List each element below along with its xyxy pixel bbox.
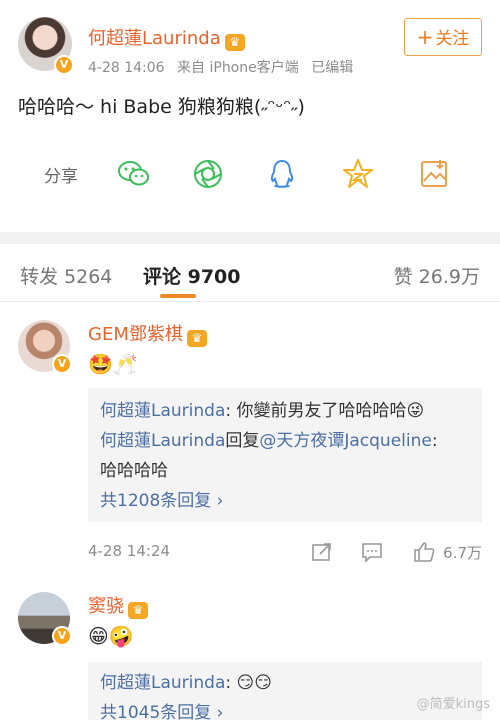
- interaction-tabs: 转发 5264 评论 9700 赞 26.9万: [0, 244, 500, 302]
- tab-repost[interactable]: 转发 5264: [20, 262, 112, 289]
- watermark: @简爱kings: [416, 697, 490, 712]
- post-source: 来自 iPhone客户端: [177, 60, 299, 76]
- edited-label: 已编辑: [311, 60, 354, 76]
- reply-thread[interactable]: 何超蓮Laurinda: 你變前男友了哈哈哈哈😜 何超蓮Laurinda回复@天…: [88, 388, 482, 522]
- reply-text-continued: 哈哈哈哈: [100, 461, 168, 481]
- repost-icon[interactable]: [310, 540, 334, 564]
- weibo-post-page: V 何超蓮Laurinda ♛ 4-28 14:06 来自 iPhone客户端 已…: [0, 0, 500, 720]
- post-text: 哈哈哈～ hi Babe 狗粮狗粮(˶ᵔᵕᵔ˶): [18, 96, 305, 118]
- reply-text: 你變前男友了哈哈哈哈😜: [236, 401, 425, 421]
- vip-crown-icon: ♛: [128, 602, 148, 619]
- reply-text: 😏😏: [236, 673, 272, 693]
- reply-user[interactable]: 何超蓮Laurinda: [100, 401, 225, 421]
- qzone-star-icon[interactable]: [340, 156, 376, 192]
- author-name[interactable]: 何超蓮Laurinda ♛: [88, 24, 245, 51]
- commenter-name[interactable]: 窦骁 ♛: [88, 592, 148, 619]
- more-replies-link[interactable]: 共1208条回复 ›: [88, 486, 482, 516]
- post-card: V 何超蓮Laurinda ♛ 4-28 14:06 来自 iPhone客户端 已…: [0, 0, 500, 232]
- like-thumb-icon[interactable]: [412, 540, 436, 564]
- verified-badge-icon: V: [54, 55, 74, 75]
- like-count: 6.7万: [443, 544, 482, 562]
- plus-icon: +: [416, 25, 434, 49]
- active-tab-indicator: [160, 294, 196, 298]
- share-label: 分享: [44, 167, 78, 187]
- reply-item: 何超蓮Laurinda: 你變前男友了哈哈哈哈😜: [88, 396, 482, 426]
- reply-icon[interactable]: [360, 540, 384, 564]
- tab-like[interactable]: 赞 26.9万: [394, 262, 480, 289]
- reply-mention[interactable]: @天方夜谭Jacqueline: [259, 431, 431, 451]
- comment-item: V GEM鄧紫棋 ♛ 🤩🥂 何超蓮Laurinda: 你變前男友了哈哈哈哈😜 何超…: [0, 314, 500, 574]
- comment-time: 4-28 14:24: [88, 542, 171, 560]
- reply-separator: :: [225, 673, 237, 693]
- comment-footer: 4-28 14:24 6.7万: [88, 538, 482, 568]
- verified-badge-icon: V: [52, 626, 72, 646]
- section-divider: [0, 232, 500, 244]
- save-image-icon[interactable]: [416, 156, 452, 192]
- commenter-name[interactable]: GEM鄧紫棋 ♛: [88, 320, 207, 347]
- comment-text: 😁🤪: [88, 624, 134, 648]
- reply-user[interactable]: 何超蓮Laurinda: [100, 673, 225, 693]
- reply-separator: :: [225, 401, 237, 421]
- reply-item: 何超蓮Laurinda回复@天方夜谭Jacqueline:: [88, 426, 482, 456]
- comment-text: 🤩🥂: [88, 352, 138, 376]
- qq-icon[interactable]: [264, 156, 300, 192]
- follow-button[interactable]: + 关注: [404, 18, 482, 56]
- verified-badge-icon: V: [52, 354, 72, 374]
- commenter-name-text: GEM鄧紫棋: [88, 324, 183, 345]
- reply-separator: 回复: [225, 431, 260, 451]
- vip-crown-icon: ♛: [186, 330, 207, 347]
- follow-label: 关注: [435, 29, 470, 49]
- moments-icon[interactable]: [190, 156, 226, 192]
- reply-user[interactable]: 何超蓮Laurinda: [100, 431, 225, 451]
- tab-comment[interactable]: 评论 9700: [143, 262, 241, 289]
- post-meta: 4-28 14:06 来自 iPhone客户端 已编辑: [88, 57, 361, 77]
- post-time: 4-28 14:06: [88, 60, 165, 76]
- vip-crown-icon: ♛: [224, 34, 245, 51]
- wechat-icon[interactable]: [116, 156, 152, 192]
- share-bar: 分享: [0, 150, 500, 196]
- commenter-name-text: 窦骁: [88, 596, 124, 617]
- reply-text: :: [431, 431, 438, 451]
- author-name-text: 何超蓮Laurinda: [88, 28, 221, 49]
